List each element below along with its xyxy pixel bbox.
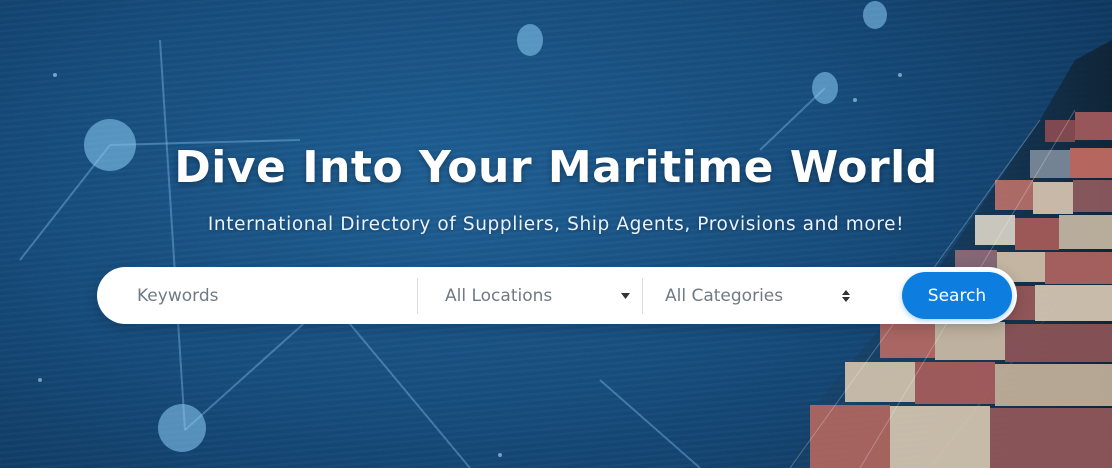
keywords-input[interactable] <box>123 276 417 316</box>
search-divider <box>417 278 418 314</box>
hero-banner: Dive Into Your Maritime World Internatio… <box>0 0 1112 468</box>
caret-down-icon <box>621 276 630 316</box>
search-bar: All Locations All Categories Search <box>97 267 1017 324</box>
category-select[interactable]: All Categories <box>665 276 850 316</box>
hero-subtitle: International Directory of Suppliers, Sh… <box>207 214 905 235</box>
category-select-value: All Categories <box>665 286 784 306</box>
search-button[interactable]: Search <box>902 272 1012 319</box>
hero-title: Dive Into Your Maritime World <box>174 142 938 193</box>
location-select[interactable]: All Locations <box>445 276 630 316</box>
location-select-value: All Locations <box>445 286 553 306</box>
sort-updown-icon <box>842 276 850 316</box>
search-divider <box>642 278 643 314</box>
